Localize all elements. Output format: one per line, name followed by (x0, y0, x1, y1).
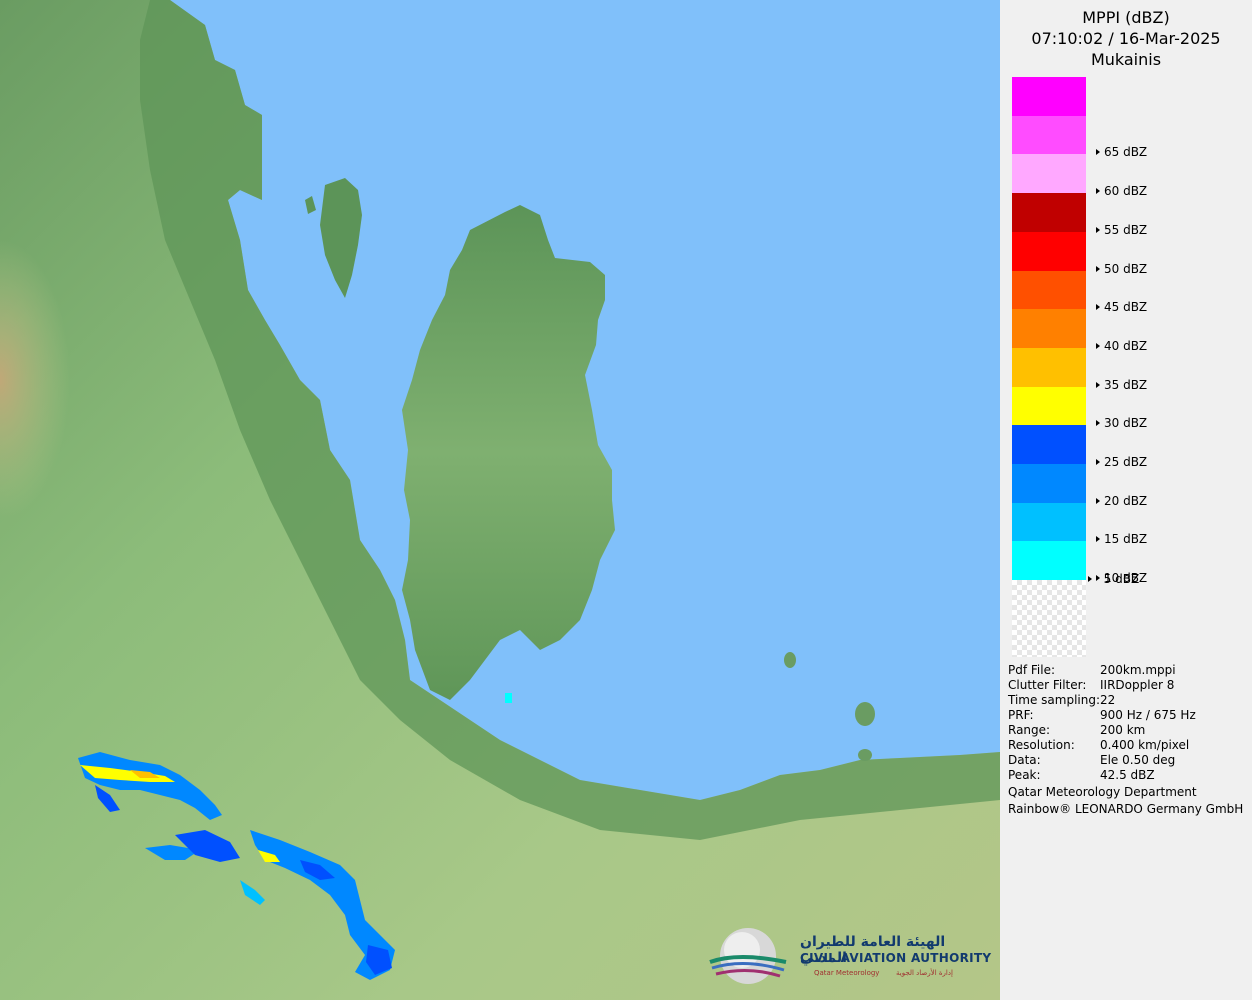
meta-value: 900 Hz / 675 Hz (1100, 708, 1196, 722)
site-title: Mukainis (1090, 50, 1162, 69)
scale-label-bottom: 5 dBZ (1088, 572, 1139, 586)
scale-label-text: 60 dBZ (1104, 184, 1148, 199)
scale-swatch (1012, 386, 1086, 426)
scale-label-text: 55 dBZ (1104, 222, 1148, 237)
meta-key: Resolution: (1008, 738, 1075, 752)
scale-label: 45 dBZ (1096, 300, 1147, 314)
scale-swatch (1012, 347, 1086, 387)
island-3 (858, 749, 872, 761)
island-2 (784, 652, 796, 668)
tick-icon (1096, 188, 1100, 195)
scale-label-bottom-text: 5 dBZ (1103, 572, 1140, 586)
scale-swatch (1012, 541, 1086, 581)
tick-icon (1096, 536, 1100, 543)
product-title: MPPI (dBZ) (1082, 8, 1170, 27)
scale-label-text: 20 dBZ (1104, 493, 1148, 508)
meta-value: Ele 0.50 deg (1100, 753, 1176, 767)
scale-label: 55 dBZ (1096, 223, 1147, 237)
scale-swatch (1012, 464, 1086, 503)
scale-label: 60 dBZ (1096, 184, 1147, 198)
tick-icon (1096, 420, 1100, 427)
caa-sub-english: Qatar Meteorology (814, 969, 880, 977)
scale-swatch (1012, 154, 1086, 194)
scale-label-text: 65 dBZ (1104, 145, 1148, 160)
scale-swatch (1012, 115, 1086, 155)
scale-label-text: 40 dBZ (1104, 338, 1148, 353)
meta-value: IIRDoppler 8 (1100, 678, 1175, 692)
scale-label-text: 30 dBZ (1104, 416, 1148, 431)
meta-key: PRF: (1008, 708, 1034, 722)
scale-label: 65 dBZ (1096, 145, 1147, 159)
meta-value: 0.400 km/pixel (1100, 738, 1190, 752)
radar-map[interactable]: الهيئة العامة للطيران المدني CIVIL AVIAT… (0, 0, 1000, 1000)
scale-label-text: 45 dBZ (1104, 300, 1148, 315)
meta-key: Peak: (1008, 768, 1041, 782)
meta-value: 42.5 dBZ (1100, 768, 1155, 782)
scale-label: 35 dBZ (1096, 378, 1147, 392)
tick-icon (1096, 381, 1100, 388)
meta-value: 200 km (1100, 723, 1146, 737)
scale-label: 50 dBZ (1096, 262, 1147, 276)
meta-value: 22 (1100, 693, 1116, 707)
legend-panel: MPPI (dBZ) 07:10:02 / 16-Mar-2025 Mukain… (1000, 0, 1252, 1000)
caa-sub-arabic: إدارة الأرصاد الجوية (896, 969, 953, 977)
scale-swatch (1012, 425, 1086, 465)
meta-key: Range: (1008, 723, 1051, 737)
caa-globe-icon (709, 928, 787, 984)
tick-icon (1096, 226, 1100, 233)
scale-label: 25 dBZ (1096, 455, 1147, 469)
caa-logo: الهيئة العامة للطيران المدني CIVIL AVIAT… (708, 926, 993, 990)
small-island (305, 196, 316, 214)
scale-label-text: 35 dBZ (1104, 377, 1148, 392)
scale-label: 40 dBZ (1096, 339, 1147, 353)
meta-key: Clutter Filter: (1008, 678, 1087, 692)
scale-swatch (1012, 77, 1086, 116)
bahrain-island (320, 178, 362, 298)
island-1 (855, 702, 875, 726)
footer-line-1: Qatar Meteorology Department (1008, 785, 1197, 799)
caa-english-name: CIVIL AVIATION AUTHORITY (800, 951, 992, 965)
scale-label-text: 15 dBZ (1104, 532, 1148, 547)
tick-icon (1096, 342, 1100, 349)
tick-icon (1096, 149, 1100, 156)
scale-label: 15 dBZ (1096, 532, 1147, 546)
datetime-title: 07:10:02 / 16-Mar-2025 (1031, 29, 1221, 48)
scale-label-text: 25 dBZ (1104, 455, 1148, 469)
meta-key: Pdf File: (1008, 663, 1056, 677)
tick-icon (1096, 497, 1100, 504)
tick-icon (1096, 459, 1100, 465)
scale-swatch (1012, 193, 1086, 233)
scale-swatch (1012, 231, 1086, 271)
scale-swatch (1012, 270, 1086, 310)
footer-line-2: Rainbow® LEONARDO Germany GmbH (1008, 802, 1244, 816)
scale-swatch (1012, 502, 1086, 542)
scale-label: 30 dBZ (1096, 416, 1147, 430)
qatar-peninsula (402, 205, 615, 700)
no-data-swatch (1012, 580, 1086, 657)
tick-icon (1096, 265, 1100, 272)
tick-icon (1088, 576, 1092, 582)
scale-swatch (1012, 309, 1086, 349)
map-canvas (0, 0, 1000, 1000)
meta-value: 200km.mppi (1100, 663, 1176, 677)
tick-icon (1096, 304, 1100, 311)
scale-label: 20 dBZ (1096, 494, 1147, 508)
meta-key: Time sampling: (1008, 693, 1101, 707)
scale-label-text: 50 dBZ (1104, 261, 1148, 276)
meta-key: Data: (1008, 753, 1041, 767)
